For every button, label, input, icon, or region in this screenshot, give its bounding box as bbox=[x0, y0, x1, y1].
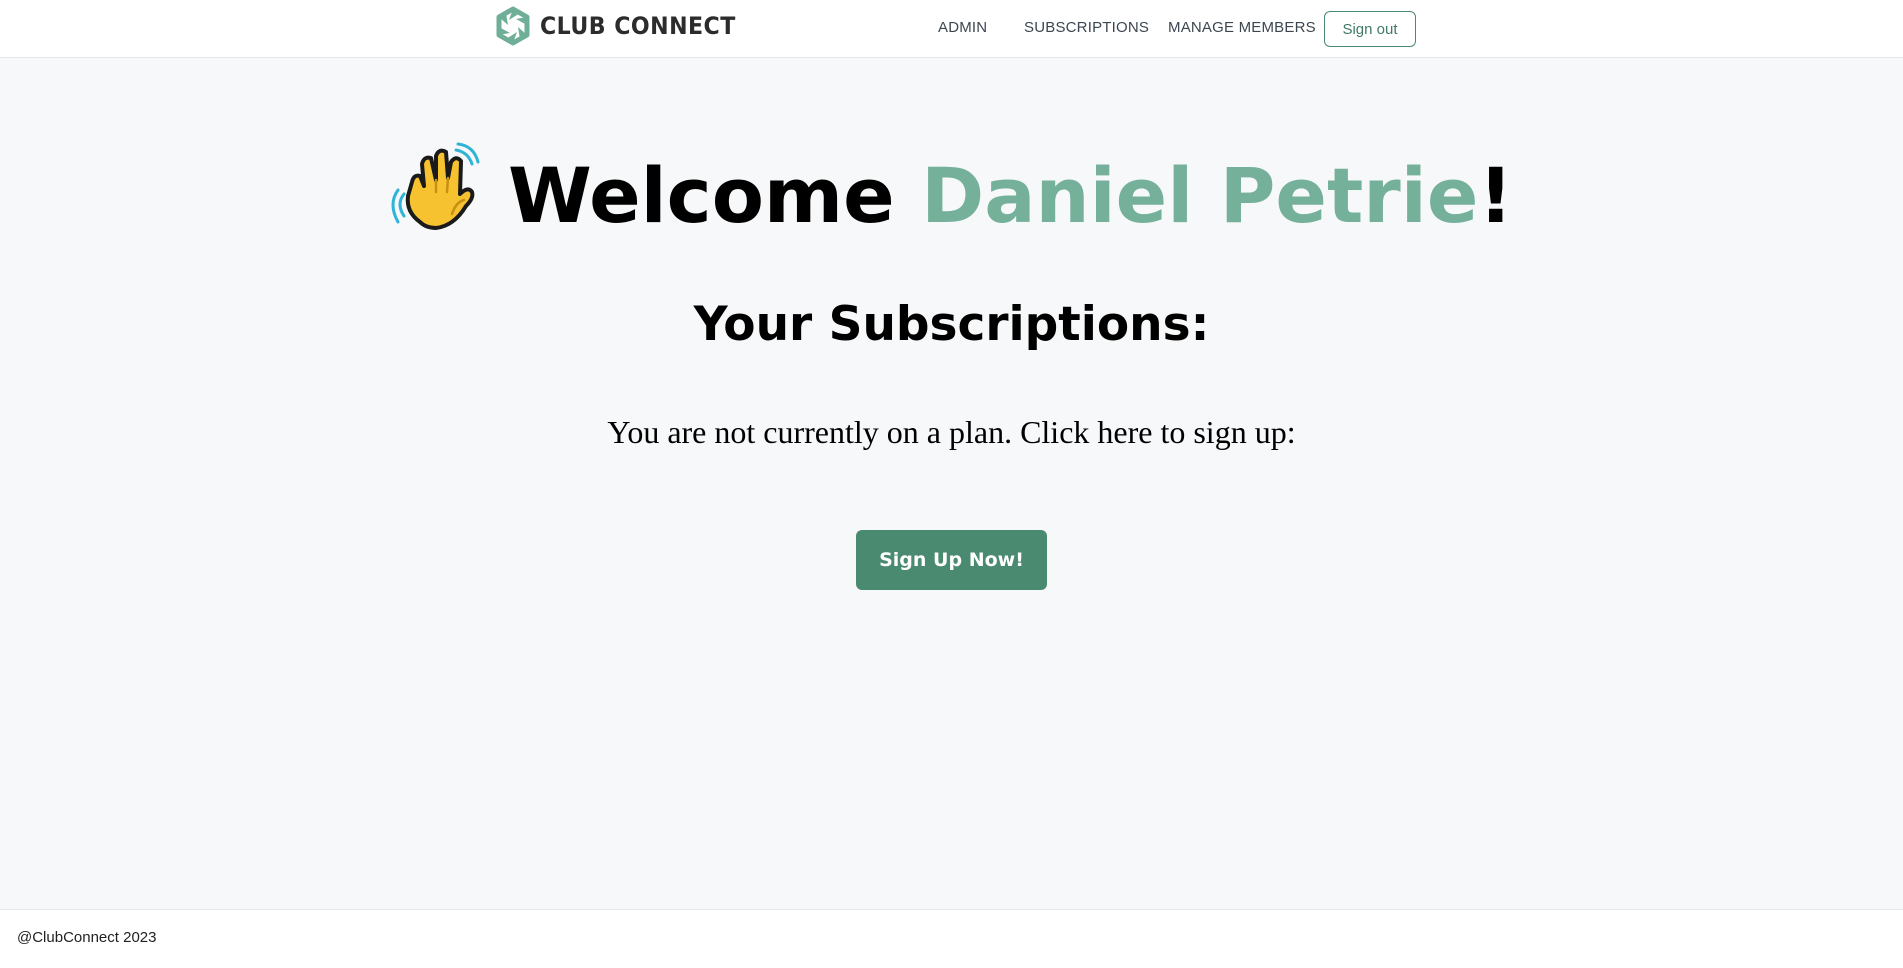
club-connect-logo-icon bbox=[496, 6, 530, 46]
welcome-suffix: ! bbox=[1478, 151, 1514, 240]
top-navbar: CLUB CONNECT ADMIN SUBSCRIPTIONS MANAGE … bbox=[0, 0, 1903, 58]
welcome-heading: Welcome Daniel Petrie! bbox=[0, 142, 1903, 246]
user-name: Daniel Petrie bbox=[921, 151, 1479, 240]
nav-admin[interactable]: ADMIN bbox=[938, 19, 987, 36]
sign-up-button[interactable]: Sign Up Now! bbox=[856, 530, 1047, 590]
subscriptions-title: Your Subscriptions: bbox=[693, 297, 1210, 352]
page-footer: @ClubConnect 2023 bbox=[0, 909, 1903, 968]
brand-name: CLUB CONNECT bbox=[540, 12, 736, 40]
waving-hand-icon bbox=[391, 142, 480, 230]
sign-out-button[interactable]: Sign out bbox=[1324, 11, 1416, 47]
nav-subscriptions[interactable]: SUBSCRIPTIONS bbox=[1024, 19, 1149, 36]
nav-manage-members[interactable]: MANAGE MEMBERS bbox=[1168, 19, 1316, 36]
brand-logo[interactable]: CLUB CONNECT bbox=[494, 6, 753, 46]
no-plan-message: You are not currently on a plan. Click h… bbox=[607, 414, 1296, 450]
copyright-text: @ClubConnect 2023 bbox=[17, 929, 157, 946]
welcome-prefix: Welcome bbox=[507, 151, 922, 240]
